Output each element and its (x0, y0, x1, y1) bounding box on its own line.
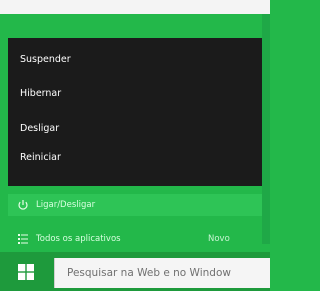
live-tile-edge (262, 14, 270, 244)
top-edge (0, 0, 270, 14)
windows-start-icon[interactable] (18, 264, 34, 280)
new-badge: Novo (208, 234, 230, 244)
list-icon (16, 232, 30, 246)
power-item-shutdown[interactable]: Desligar (20, 123, 59, 134)
all-apps-button[interactable]: Todos os aplicativos Novo (8, 228, 262, 250)
taskbar: Pesquisar na Web e no Window (0, 252, 270, 291)
power-button[interactable]: Ligar/Desligar (8, 194, 262, 216)
power-options-menu: Suspender Hibernar Desligar Reiniciar (8, 38, 262, 186)
power-item-restart[interactable]: Reiniciar (20, 152, 61, 163)
power-item-hibernate[interactable]: Hibernar (20, 88, 61, 99)
power-icon (16, 198, 30, 212)
search-input[interactable]: Pesquisar na Web e no Window (54, 258, 270, 288)
power-label: Ligar/Desligar (36, 200, 96, 210)
all-apps-label: Todos os aplicativos (36, 234, 121, 244)
power-item-suspend[interactable]: Suspender (20, 54, 71, 65)
